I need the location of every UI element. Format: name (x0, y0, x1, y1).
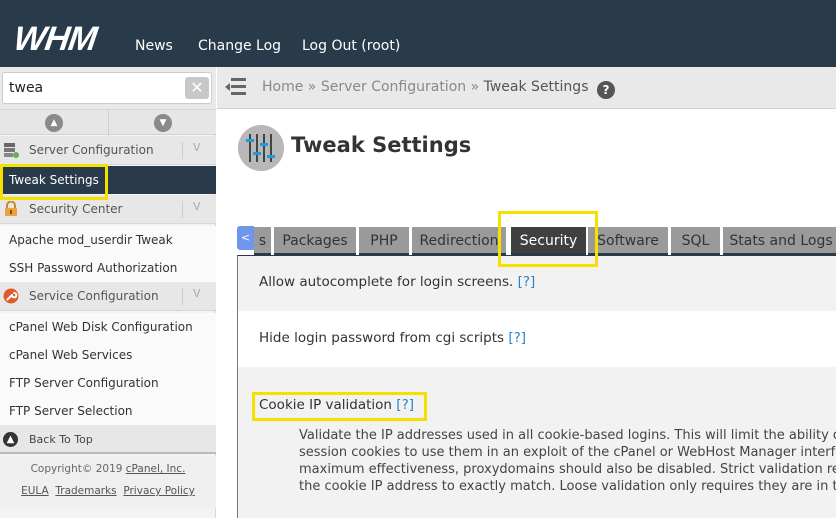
breadcrumb-server-configuration[interactable]: Server Configuration (321, 79, 466, 95)
setting-label: Hide login password from cgi scripts (259, 330, 505, 346)
sidebar-item-ftp-server-selection[interactable]: FTP Server Selection (0, 397, 216, 425)
description-line: Validate the IP addresses used in all co… (299, 428, 836, 443)
back-to-top-label: Back To Top (29, 433, 93, 446)
eula-link[interactable]: EULA (21, 485, 49, 497)
sidebar-item-ftp-server-configuration[interactable]: FTP Server Configuration (0, 369, 216, 397)
lock-icon (5, 201, 17, 216)
server-config-icon (4, 143, 19, 158)
trademarks-link[interactable]: Trademarks (55, 485, 116, 497)
setting-row: Cookie IP validation [?] Validate the IP… (238, 367, 836, 518)
cpanel-inc-link[interactable]: cPanel, Inc. (126, 463, 186, 475)
breadcrumb-home[interactable]: Home (262, 79, 303, 95)
sidebar-item-ssh-password-authorization-tweak[interactable]: SSH Password Authorization Tweak (0, 254, 216, 303)
top-header: WHM News Change Log Log Out (root) (0, 0, 836, 67)
sidebar-search: ✕ (0, 67, 216, 109)
close-icon[interactable]: ✕ (185, 77, 209, 99)
menu-toggle-icon[interactable] (225, 78, 247, 96)
sidebar-scroll-controls: ▲ ▼ (0, 109, 216, 136)
breadcrumb-separator: » (470, 79, 480, 95)
tab-security[interactable]: Security (511, 227, 586, 255)
sidebar-item-cpanel-web-services-configuration[interactable]: cPanel Web Services Configuration (0, 341, 216, 390)
breadcrumb-bar: Home » Server Configuration » Tweak Sett… (217, 67, 836, 109)
divider (108, 110, 109, 136)
sidebar-footer: Copyright© 2019 cPanel, Inc. EULA Tradem… (0, 456, 216, 508)
sidebar-category-service-configuration[interactable]: Service Configuration V (0, 282, 216, 311)
breadcrumb-current: Tweak Settings (483, 79, 589, 95)
nav-news-link[interactable]: News (135, 38, 173, 54)
sidebar-category-server-configuration[interactable]: Server Configuration V (0, 136, 216, 165)
divider (182, 142, 183, 159)
tab-packages[interactable]: Packages (274, 227, 356, 255)
tab-stats-and-logs[interactable]: Stats and Logs (723, 227, 836, 255)
copyright-text: Copyright© 2019 (30, 463, 123, 475)
help-icon[interactable]: ? (596, 81, 615, 99)
sidebar-item-cpanel-web-disk-configuration[interactable]: cPanel Web Disk Configuration (0, 313, 216, 341)
arrow-up-icon[interactable]: ▲ (45, 114, 63, 132)
sidebar-item-tweak-settings[interactable]: Tweak Settings (0, 166, 216, 194)
arrow-down-icon[interactable]: ▼ (154, 114, 172, 132)
setting-row: Allow autocomplete for login screens. [?… (238, 256, 836, 311)
sidebar: ✕ ▲ ▼ Server Configuration V Tweak Setti… (0, 67, 216, 518)
breadcrumb: Home » Server Configuration » Tweak Sett… (262, 79, 615, 99)
tab-redirection[interactable]: Redirection (412, 227, 506, 255)
setting-label: Allow autocomplete for login screens. (259, 274, 514, 290)
settings-panel: Allow autocomplete for login screens. [?… (237, 255, 836, 518)
tab-php[interactable]: PHP (359, 227, 409, 255)
search-input[interactable] (2, 72, 212, 104)
sidebar-item-apache-mod-userdir-tweak[interactable]: Apache mod_userdir Tweak (0, 226, 216, 254)
arrow-up-circle-icon: ▲ (3, 432, 18, 447)
chevron-down-icon[interactable]: V (193, 287, 201, 300)
chevron-down-icon[interactable]: V (193, 141, 201, 154)
category-label: Security Center (29, 202, 123, 216)
setting-description: Validate the IP addresses used in all co… (299, 427, 836, 495)
divider (182, 201, 183, 218)
page-title: Tweak Settings (291, 133, 472, 157)
description-line: the cookie IP address to exactly match. … (299, 479, 836, 494)
category-label: Server Configuration (29, 143, 154, 157)
whm-logo[interactable]: WHM (11, 20, 98, 59)
breadcrumb-separator: » (307, 79, 317, 95)
tab-software[interactable]: Software (588, 227, 668, 255)
help-link[interactable]: [?] (518, 274, 536, 290)
sliders-icon (238, 125, 284, 171)
nav-logout-link[interactable]: Log Out (root) (302, 38, 400, 54)
back-to-top-button[interactable]: ▲ Back To Top (0, 425, 216, 454)
description-line: maximum effectiveness, proxydomains shou… (299, 462, 836, 477)
tab-sql[interactable]: SQL (671, 227, 720, 255)
tab-partial[interactable]: s (254, 227, 271, 255)
divider (182, 288, 183, 305)
tab-scroll-left-button[interactable]: < (237, 226, 254, 250)
category-label: Service Configuration (29, 289, 159, 303)
help-link[interactable]: [?] (396, 397, 414, 413)
sidebar-category-security-center[interactable]: Security Center V (0, 195, 216, 224)
help-link[interactable]: [?] (508, 330, 526, 346)
privacy-policy-link[interactable]: Privacy Policy (123, 485, 195, 497)
setting-label: Cookie IP validation (259, 397, 392, 413)
setting-row: Hide login password from cgi scripts [?] (238, 311, 836, 367)
description-line: session cookies to use them in an exploi… (299, 445, 836, 460)
chevron-down-icon[interactable]: V (193, 200, 201, 213)
nav-change-log-link[interactable]: Change Log (198, 38, 281, 54)
wrench-icon (3, 288, 19, 304)
